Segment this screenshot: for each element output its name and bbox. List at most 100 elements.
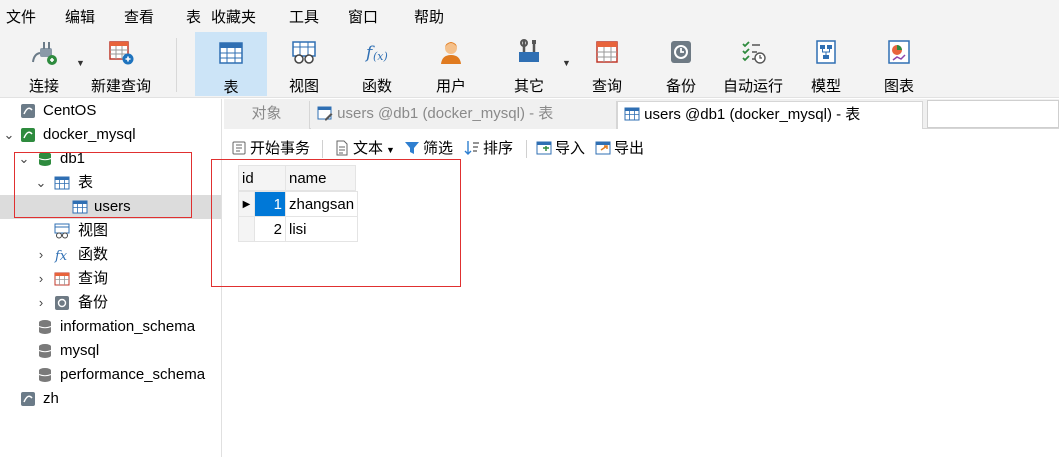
- database-icon: [38, 320, 52, 334]
- text-label: 文本: [353, 140, 384, 157]
- tab-label: users @db1 (docker_mysql) - 表: [644, 106, 861, 123]
- view-icon: [292, 41, 316, 64]
- main-toolbar: 连接 ▼ 新建查询 表 视图 f (x) 函数 用户 其它 ▼ 查询 备份 自动…: [0, 30, 1059, 98]
- menu-help[interactable]: 帮助: [414, 6, 444, 27]
- tree-label: 备份: [78, 294, 109, 311]
- query-icon: [596, 41, 618, 63]
- sort-button[interactable]: 排序: [464, 138, 513, 160]
- tab-label: users @db1 (docker_mysql) - 表: [337, 105, 554, 122]
- tree-label: zh: [43, 390, 59, 407]
- tree-item-docker-mysql[interactable]: ⌄ docker_mysql: [0, 123, 221, 147]
- automation-icon: [742, 41, 766, 64]
- model-button[interactable]: 模型: [796, 32, 856, 96]
- connection-icon: [21, 128, 35, 142]
- automation-label: 自动运行: [722, 78, 783, 95]
- tree-item-performance-schema[interactable]: performance_schema: [0, 363, 221, 387]
- begin-transaction-button[interactable]: 开始事务: [231, 138, 310, 160]
- tree-label: 视图: [78, 222, 109, 239]
- tree-item-views[interactable]: 视图: [0, 219, 221, 243]
- tab-users-1[interactable]: users @db1 (docker_mysql) - 表: [311, 101, 617, 129]
- chevron-right-icon[interactable]: ›: [34, 243, 48, 267]
- menu-favorites[interactable]: 收藏夹: [211, 6, 256, 27]
- connect-label: 连接: [28, 78, 59, 95]
- menu-tools[interactable]: 工具: [289, 6, 319, 27]
- tab-bar: 对象 users @db1 (docker_mysql) - 表 users @…: [224, 99, 1059, 129]
- model-icon: [816, 40, 836, 64]
- sort-label: 排序: [483, 140, 514, 157]
- tab-users-2[interactable]: users @db1 (docker_mysql) - 表: [617, 101, 923, 129]
- menu-file[interactable]: 文件: [6, 6, 36, 27]
- connect-dropdown-icon[interactable]: ▼: [76, 58, 85, 68]
- new-query-button[interactable]: 新建查询: [88, 32, 154, 96]
- new-query-label: 新建查询: [90, 78, 151, 95]
- user-label: 用户: [435, 78, 466, 95]
- toolbar-separator: [322, 140, 323, 158]
- other-dropdown-icon[interactable]: ▼: [562, 58, 571, 68]
- query-button[interactable]: 查询: [576, 32, 638, 96]
- toolbar-separator: [176, 38, 177, 92]
- connect-button[interactable]: 连接: [14, 32, 74, 96]
- other-label: 其它: [513, 78, 544, 95]
- database-icon: [38, 368, 52, 382]
- import-label: 导入: [555, 140, 586, 157]
- text-button[interactable]: 文本 ▼: [334, 138, 395, 160]
- filter-button[interactable]: 筛选: [404, 138, 453, 160]
- tab-objects[interactable]: 对象: [224, 101, 310, 129]
- backup-icon: [671, 41, 691, 63]
- tree-item-mysql[interactable]: mysql: [0, 339, 221, 363]
- view-icon: [54, 223, 70, 239]
- tree-item-queries[interactable]: › 查询: [0, 267, 221, 291]
- tree-label: docker_mysql: [43, 126, 136, 143]
- function-icon: f (x): [364, 43, 388, 63]
- function-label: 函数: [361, 78, 392, 95]
- tree-label: mysql: [60, 342, 100, 359]
- chevron-down-icon[interactable]: ⌄: [2, 123, 16, 147]
- backup-icon: [55, 296, 69, 310]
- view-button[interactable]: 视图: [272, 32, 336, 96]
- svg-text:(x): (x): [373, 50, 388, 63]
- connection-icon: [21, 104, 35, 118]
- tree-item-backups[interactable]: › 备份: [0, 291, 221, 315]
- chevron-right-icon[interactable]: ›: [34, 267, 48, 291]
- import-button[interactable]: 导入: [536, 138, 585, 160]
- tools-icon: [519, 39, 539, 62]
- tree-item-centos[interactable]: CentOS: [0, 99, 221, 123]
- user-button[interactable]: 用户: [420, 32, 482, 96]
- tree-label: 查询: [78, 270, 109, 287]
- table-edit-icon: [317, 106, 333, 121]
- tab-label: 对象: [251, 105, 282, 122]
- table-button[interactable]: 表: [195, 32, 267, 96]
- model-label: 模型: [810, 78, 841, 95]
- menu-table[interactable]: 表: [186, 6, 201, 27]
- connection-icon: [21, 392, 35, 406]
- tree-item-zh[interactable]: zh: [0, 387, 221, 411]
- tree-item-functions[interactable]: › fx 函数: [0, 243, 221, 267]
- tree-label: performance_schema: [60, 366, 206, 383]
- new-query-icon: [109, 41, 134, 65]
- tree-item-information-schema[interactable]: information_schema: [0, 315, 221, 339]
- chart-button[interactable]: 图表: [868, 32, 930, 96]
- begin-transaction-label: 开始事务: [250, 140, 311, 157]
- tree-label: 函数: [78, 246, 109, 263]
- filter-icon: [405, 142, 419, 154]
- annotation-box-grid: [211, 159, 461, 287]
- chevron-right-icon[interactable]: ›: [34, 291, 48, 315]
- automation-button[interactable]: 自动运行: [719, 32, 787, 96]
- menu-edit[interactable]: 编辑: [65, 6, 95, 27]
- menu-window[interactable]: 窗口: [348, 6, 378, 27]
- backup-label: 备份: [665, 78, 696, 95]
- export-icon: [595, 141, 611, 155]
- plug-icon: [32, 42, 57, 65]
- other-button[interactable]: 其它: [498, 32, 560, 96]
- table-label: 表: [223, 79, 239, 96]
- menu-view[interactable]: 查看: [124, 6, 154, 27]
- export-button[interactable]: 导出: [595, 138, 644, 160]
- sort-icon: [464, 141, 479, 155]
- query-label: 查询: [591, 78, 622, 95]
- tab-search-input[interactable]: [927, 100, 1059, 128]
- tree-label: CentOS: [43, 102, 97, 119]
- backup-button[interactable]: 备份: [650, 32, 712, 96]
- function-button[interactable]: f (x) 函数: [346, 32, 408, 96]
- text-dropdown-icon[interactable]: ▼: [386, 145, 395, 155]
- annotation-box-tree: [14, 152, 192, 218]
